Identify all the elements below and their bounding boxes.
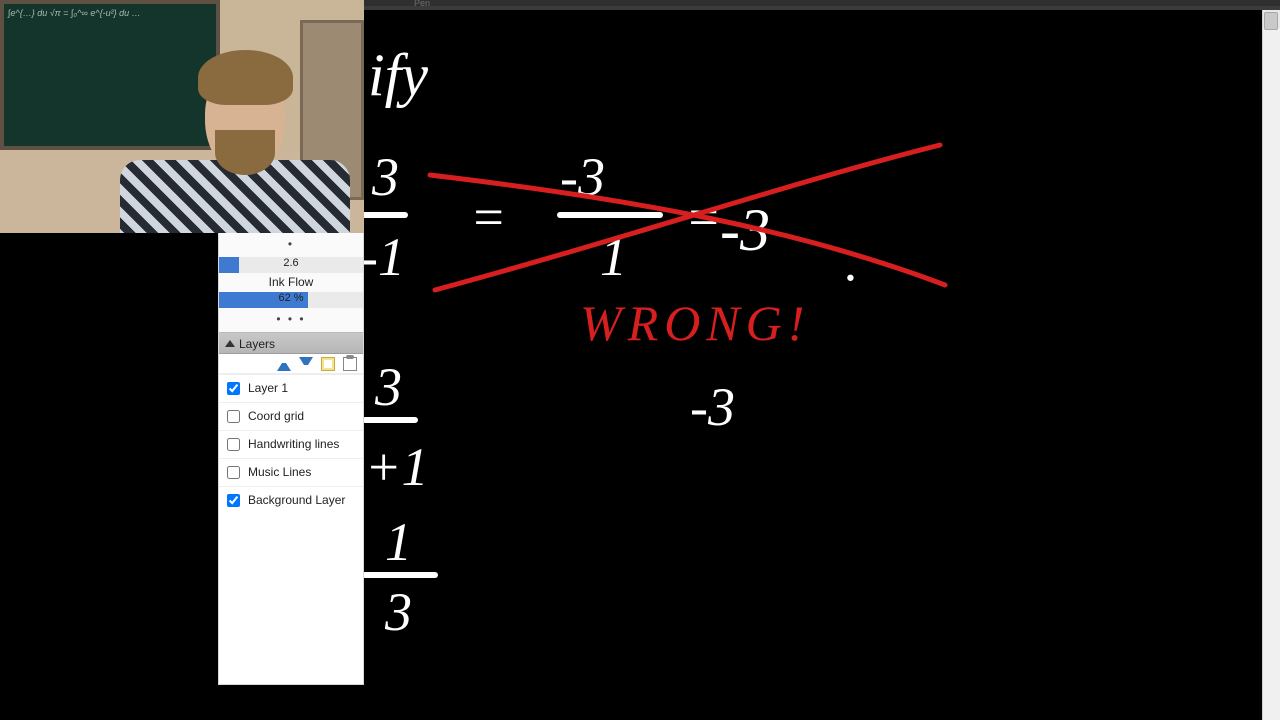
scroll-thumb[interactable] bbox=[1264, 12, 1278, 30]
layer-label: Handwriting lines bbox=[248, 437, 339, 451]
chalkboard-text: ∫e^{…} du √π = ∫₀^∞ e^{-u²} du … bbox=[8, 8, 208, 20]
layer-list: Layer 1 Coord grid Handwriting lines Mus… bbox=[219, 374, 363, 514]
layer-clipboard-icon[interactable] bbox=[343, 357, 357, 371]
layer-move-down-icon[interactable] bbox=[299, 357, 313, 371]
vertical-scrollbar[interactable] bbox=[1262, 10, 1280, 720]
webcam-thumbnail: ∫e^{…} du √π = ∫₀^∞ e^{-u²} du … bbox=[0, 0, 364, 233]
layer-visibility-checkbox[interactable] bbox=[227, 466, 240, 479]
size-slider[interactable]: 2.6 bbox=[219, 257, 363, 273]
left-gutter bbox=[0, 233, 218, 720]
layer-item[interactable]: Music Lines bbox=[219, 458, 363, 486]
layer-label: Coord grid bbox=[248, 409, 304, 423]
layer-visibility-checkbox[interactable] bbox=[227, 382, 240, 395]
layer-visibility-checkbox[interactable] bbox=[227, 494, 240, 507]
layer-item[interactable]: Background Layer bbox=[219, 486, 363, 514]
panel-grip-top[interactable]: • bbox=[219, 233, 363, 257]
size-slider-value: 2.6 bbox=[219, 257, 363, 269]
layer-visibility-checkbox[interactable] bbox=[227, 438, 240, 451]
ink-flow-slider[interactable]: 62 % bbox=[219, 292, 363, 308]
side-panel: • 2.6 Ink Flow 62 % • • • Layers Layer 1 bbox=[218, 233, 364, 685]
layers-section-header[interactable]: Layers bbox=[219, 332, 363, 354]
panel-more[interactable]: • • • bbox=[219, 308, 363, 332]
layer-new-icon[interactable] bbox=[321, 357, 335, 371]
layers-toolbar bbox=[219, 354, 363, 374]
ink-flow-label: Ink Flow bbox=[219, 273, 363, 292]
layer-label: Layer 1 bbox=[248, 381, 288, 395]
layers-title: Layers bbox=[239, 337, 275, 351]
layer-item[interactable]: Handwriting lines bbox=[219, 430, 363, 458]
layer-item[interactable]: Coord grid bbox=[219, 402, 363, 430]
tool-tab-strip: Pen bbox=[364, 0, 1280, 6]
panel-empty-space bbox=[219, 514, 363, 684]
layer-move-up-icon[interactable] bbox=[277, 357, 291, 371]
active-tool-tab[interactable]: Pen bbox=[414, 0, 430, 8]
layer-label: Music Lines bbox=[248, 465, 311, 479]
layer-visibility-checkbox[interactable] bbox=[227, 410, 240, 423]
layer-item[interactable]: Layer 1 bbox=[219, 374, 363, 402]
collapse-triangle-icon bbox=[225, 340, 235, 347]
ink-flow-slider-value: 62 % bbox=[219, 292, 363, 304]
layer-label: Background Layer bbox=[248, 493, 345, 507]
